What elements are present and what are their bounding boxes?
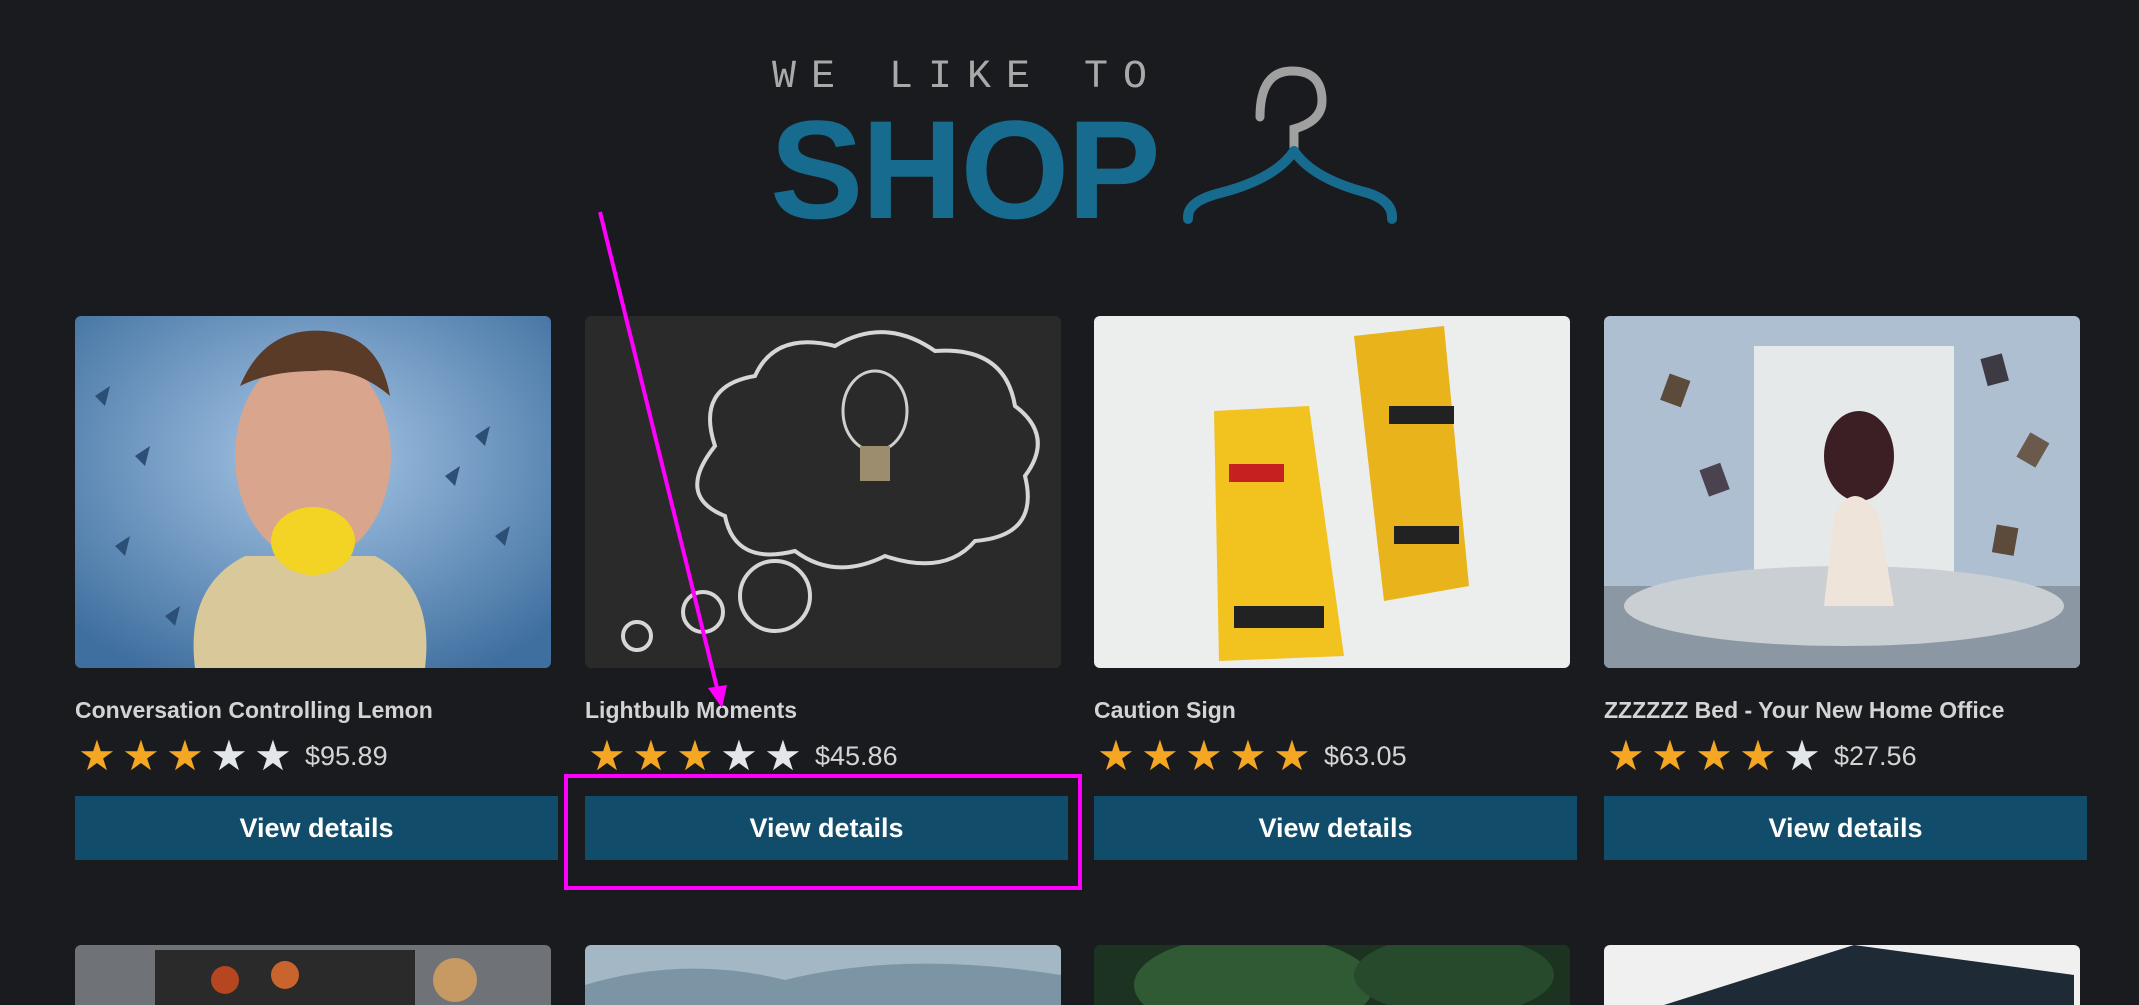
annotation-arrow — [598, 211, 727, 708]
